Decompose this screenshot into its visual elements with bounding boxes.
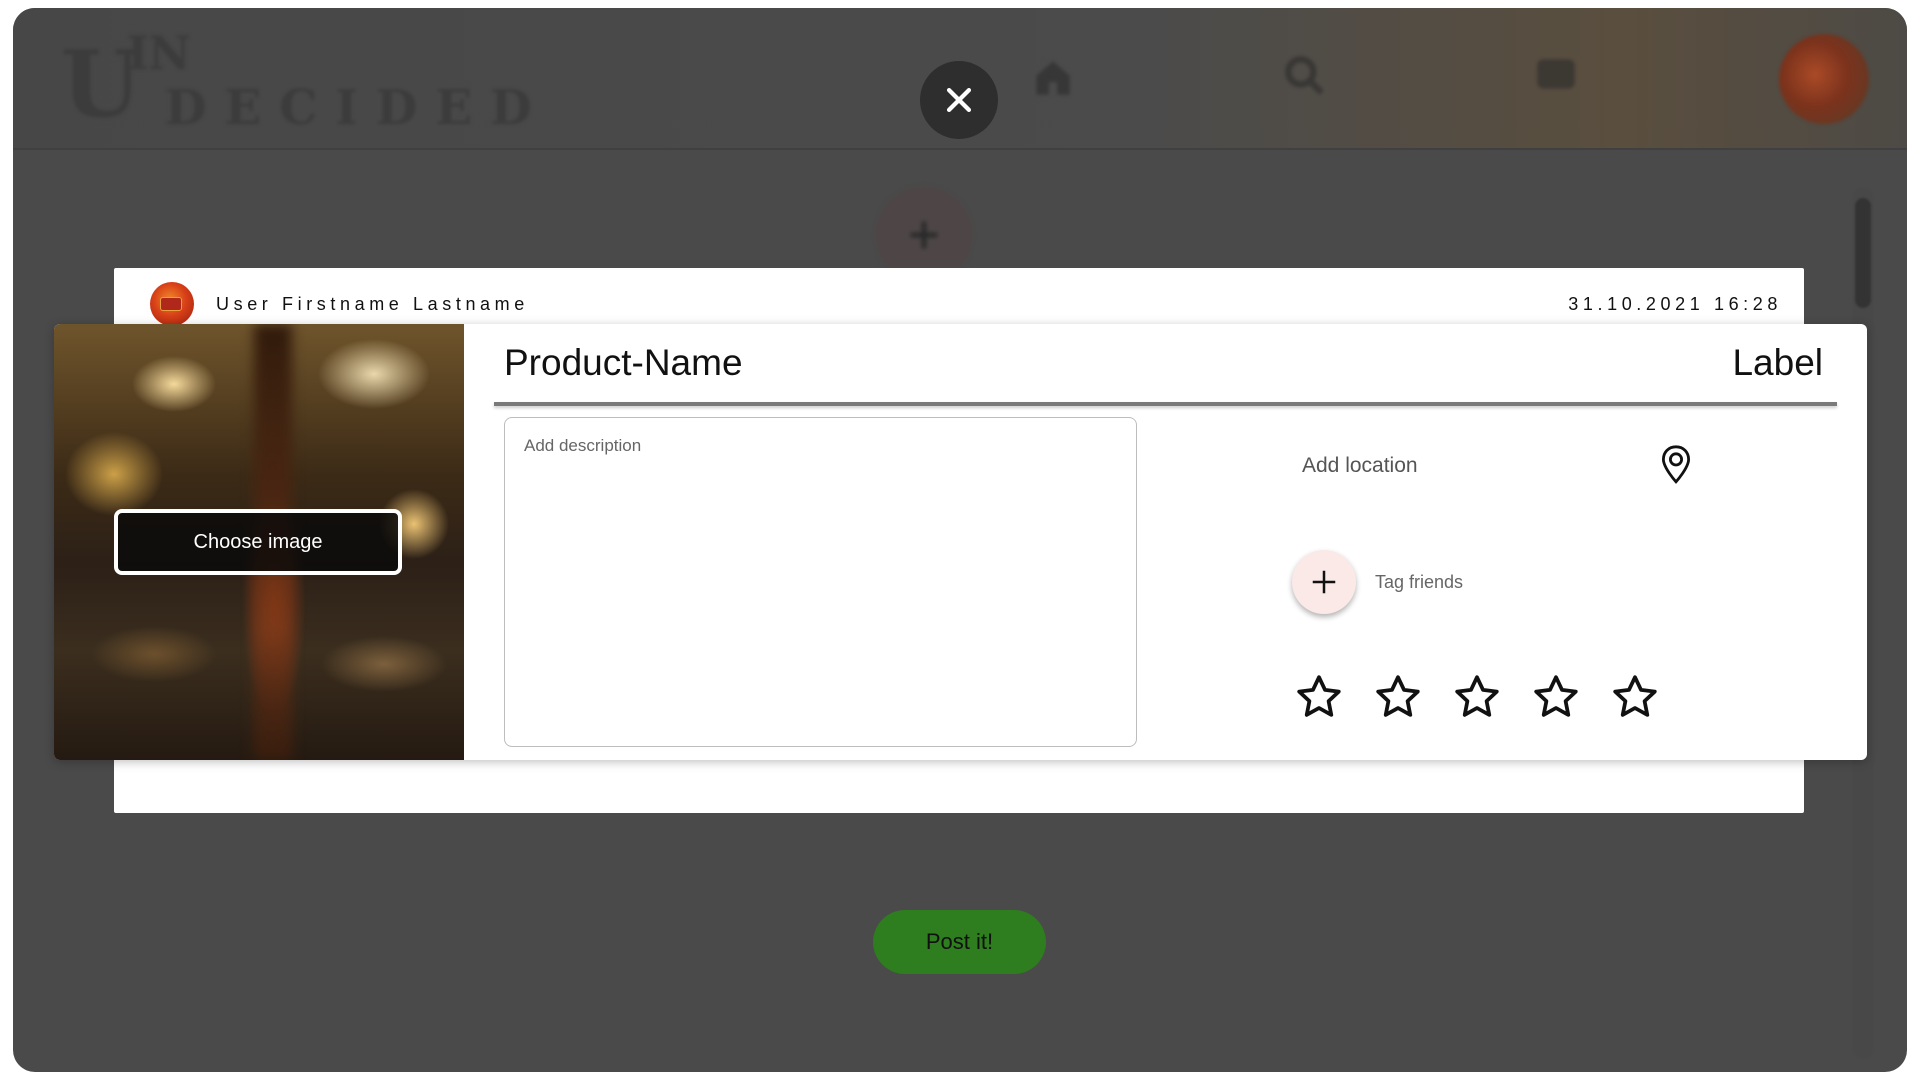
location-pin-icon[interactable] [1659, 444, 1693, 486]
close-modal-button[interactable] [920, 61, 998, 139]
post-timestamp: 31.10.2021 16:28 [1568, 294, 1782, 314]
logo-prefix: IN [127, 26, 191, 80]
tag-friends-label: Tag friends [1375, 572, 1464, 592]
logo-text: DECIDED [165, 80, 550, 136]
title-divider [494, 402, 1837, 406]
app-logo: U IN DECIDED [47, 22, 532, 142]
app-window: U IN DECIDED User Firstname Lastname 31.… [13, 8, 1907, 1072]
user-avatar[interactable] [150, 282, 194, 326]
post-editor: Choose image Product-Name Label Add loca… [54, 324, 1867, 760]
star-icon[interactable] [1373, 672, 1423, 722]
description-input[interactable] [504, 417, 1137, 747]
header-avatar [1779, 34, 1869, 124]
choose-image-button[interactable]: Choose image [114, 509, 402, 575]
tag-friends-button[interactable] [1292, 550, 1356, 614]
product-label[interactable]: Label [1732, 342, 1823, 384]
background-scrollbar-thumb [1855, 198, 1871, 308]
star-icon[interactable] [1531, 672, 1581, 722]
rating-stars [1294, 672, 1660, 722]
post-button[interactable]: Post it! [873, 910, 1046, 974]
plus-icon [1312, 570, 1336, 594]
plus-icon [910, 221, 938, 249]
product-name[interactable]: Product-Name [504, 342, 743, 384]
star-icon[interactable] [1452, 672, 1502, 722]
chat-icon [1537, 59, 1575, 89]
star-icon[interactable] [1294, 672, 1344, 722]
star-icon[interactable] [1610, 672, 1660, 722]
user-avatar-emblem [160, 297, 182, 311]
home-icon [1036, 61, 1070, 95]
search-icon [1285, 56, 1324, 95]
close-icon [946, 87, 972, 113]
user-name: User Firstname Lastname [216, 294, 529, 314]
add-location-field[interactable]: Add location [1302, 454, 1418, 478]
product-image: Choose image [54, 324, 464, 760]
